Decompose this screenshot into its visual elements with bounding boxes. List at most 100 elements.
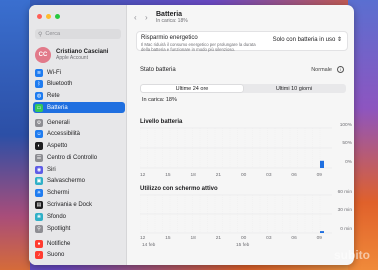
notifications-icon: ●	[35, 239, 43, 248]
battery-level-chart	[140, 126, 340, 170]
wifi-icon: ≋	[35, 68, 43, 77]
sidebar-nav-system: ⚙ Generali ☺ Accessibilità ◐ Aspetto ☰ Centro d…	[33, 117, 125, 235]
screen-usage-ytick-60: 60 min	[337, 190, 352, 195]
window-controls	[37, 14, 60, 19]
sidebar-item-gear[interactable]: ⚙ Generali	[33, 117, 125, 128]
battery-level-chart-svg	[140, 127, 332, 169]
sidebar-item-siri[interactable]: ◉ Siri	[33, 164, 125, 175]
page-title: Batteria	[156, 11, 183, 18]
x-tick-label: 06	[291, 173, 297, 178]
x-tick-label: 09	[316, 173, 322, 178]
sidebar-item-wifi[interactable]: ≋ Wi-Fi	[33, 67, 125, 78]
x-tick-label: 00	[240, 236, 247, 241]
x-tick-label: 21	[215, 236, 222, 241]
sidebar-item-label: Siri	[47, 166, 56, 173]
sidebar-item-network[interactable]: ◍ Rete	[33, 91, 125, 102]
appearance-icon: ◐	[35, 142, 43, 151]
search-input[interactable]: ⚲ Cerca	[35, 29, 121, 39]
screen-usage-ytick-30: 30 min	[337, 208, 352, 213]
search-icon: ⚲	[38, 31, 43, 38]
sidebar-item-label: Bluetooth	[47, 81, 73, 88]
minimize-button[interactable]	[46, 14, 51, 19]
sidebar-item-battery[interactable]: ▭ Batteria	[33, 102, 125, 114]
energy-saver-description: Il Mac riduirà il consumo energetico per…	[141, 42, 256, 53]
sidebar-item-displays[interactable]: ☀ Schermi	[33, 188, 125, 199]
battery-level-chart-title: Livello batteria	[140, 119, 183, 125]
watermark: subito	[334, 248, 370, 262]
siri-icon: ◉	[35, 165, 43, 174]
sidebar-item-notifications[interactable]: ● Notifiche	[33, 238, 125, 249]
sidebar-item-appearance[interactable]: ◐ Aspetto	[33, 141, 125, 152]
x-tick-label: 06	[291, 236, 297, 241]
zoom-button[interactable]	[55, 14, 60, 19]
battery-state-label: Stato batteria	[140, 66, 176, 73]
account-subtitle: Apple Account	[56, 55, 88, 61]
screen-usage-xaxis: 12 15 18 21 00 03 06 09	[140, 236, 322, 241]
sidebar-item-spotlight[interactable]: ⚲ Spotlight	[33, 223, 125, 234]
battery-level-ytick-0: 0%	[345, 160, 352, 165]
x-tick-label: 15	[165, 236, 171, 241]
battery-state-value: Normale	[311, 66, 332, 73]
x-tick-label: 21	[215, 173, 222, 178]
time-range-segmented-control: Ultime 24 ore Ultimi 10 giorni	[140, 84, 346, 93]
settings-window: ⚲ Cerca CC Cristiano Casciani Apple Acco…	[29, 5, 354, 265]
x-tick-label: 03	[266, 173, 272, 178]
spotlight-icon: ⚲	[35, 224, 43, 233]
sidebar-item-label: Spotlight	[47, 225, 71, 232]
screen-usage-chart-title: Utilizzo con schermo attivo	[140, 186, 218, 192]
sidebar-item-control-center[interactable]: ☰ Centro di Controllo	[33, 152, 125, 163]
sidebar-item-label: Aspetto	[47, 143, 68, 150]
date-label-first: 14 feb	[142, 243, 156, 248]
sidebar-item-label: Generali	[47, 119, 70, 126]
bar-09	[320, 231, 324, 233]
sidebar-nav-network: ≋ Wi-Fi ᛒ Bluetooth ◍ Rete ▭ Batteria	[33, 67, 125, 114]
close-button[interactable]	[37, 14, 42, 19]
sidebar-item-sound[interactable]: ♪ Suono	[33, 250, 125, 261]
chevron-updown-icon: ⇕	[336, 37, 342, 43]
sidebar-item-screensaver[interactable]: ▣ Salvaschermo	[33, 176, 125, 187]
info-icon[interactable]: i	[337, 66, 344, 73]
sidebar-item-label: Suono	[47, 252, 65, 259]
network-icon: ◍	[35, 92, 43, 101]
energy-saver-select[interactable]: Solo con batteria in uso ⇕	[273, 36, 342, 43]
battery-icon: ▭	[35, 103, 43, 112]
date-label-second: 15 feb	[236, 243, 250, 248]
wallpaper-icon: ❀	[35, 212, 43, 221]
sound-icon: ♪	[35, 251, 43, 260]
x-tick-label: 18	[190, 236, 196, 241]
sidebar-nav-notifications: ● Notifiche ♪ Suono	[33, 238, 125, 262]
sidebar-item-label: Wi-Fi	[47, 69, 61, 76]
page-subtitle: In carica: 18%	[156, 18, 188, 24]
dock-icon: ▤	[35, 201, 43, 210]
tab-last-24-hours[interactable]: Ultime 24 ore	[141, 85, 243, 92]
back-icon[interactable]: ‹	[134, 13, 140, 22]
main-panel: ‹ › Batteria In carica: 18% Risparmio en…	[128, 5, 354, 265]
tab-last-10-days[interactable]: Ultimi 10 giorni	[243, 85, 345, 92]
account-item[interactable]: CC Cristiano Casciani Apple Account	[35, 47, 108, 63]
sidebar-item-label: Scrivania e Dock	[47, 202, 93, 209]
bar-09	[320, 160, 324, 168]
sidebar-item-label: Salvaschermo	[47, 178, 86, 185]
screen-usage-chart	[140, 193, 340, 235]
sidebar-item-dock[interactable]: ▤ Scrivania e Dock	[33, 200, 125, 211]
sidebar-item-label: Rete	[47, 93, 60, 100]
sidebar-item-bluetooth[interactable]: ᛒ Bluetooth	[33, 79, 125, 90]
screen-usage-ytick-0: 0 min	[340, 227, 352, 232]
battery-level-ytick-100: 100%	[339, 123, 352, 128]
sidebar-item-label: Batteria	[47, 104, 68, 111]
sidebar-item-accessibility[interactable]: ☺ Accessibilità	[33, 129, 125, 140]
x-tick-label: 03	[266, 236, 272, 241]
x-tick-label: 15	[165, 173, 171, 178]
forward-icon[interactable]: ›	[145, 13, 151, 22]
gear-icon: ⚙	[35, 118, 43, 127]
energy-saver-value: Solo con batteria in uso	[272, 37, 336, 43]
screensaver-icon: ▣	[35, 177, 43, 186]
x-tick-label: 18	[190, 173, 196, 178]
screen-usage-chart-svg	[140, 194, 332, 234]
battery-level-ytick-50: 50%	[342, 141, 352, 146]
sidebar: ⚲ Cerca CC Cristiano Casciani Apple Acco…	[29, 5, 127, 265]
sidebar-item-wallpaper[interactable]: ❀ Sfondo	[33, 211, 125, 222]
x-tick-label: 12	[140, 236, 146, 241]
sidebar-item-label: Accessibilità	[47, 131, 81, 138]
sidebar-item-label: Centro di Controllo	[47, 154, 98, 161]
